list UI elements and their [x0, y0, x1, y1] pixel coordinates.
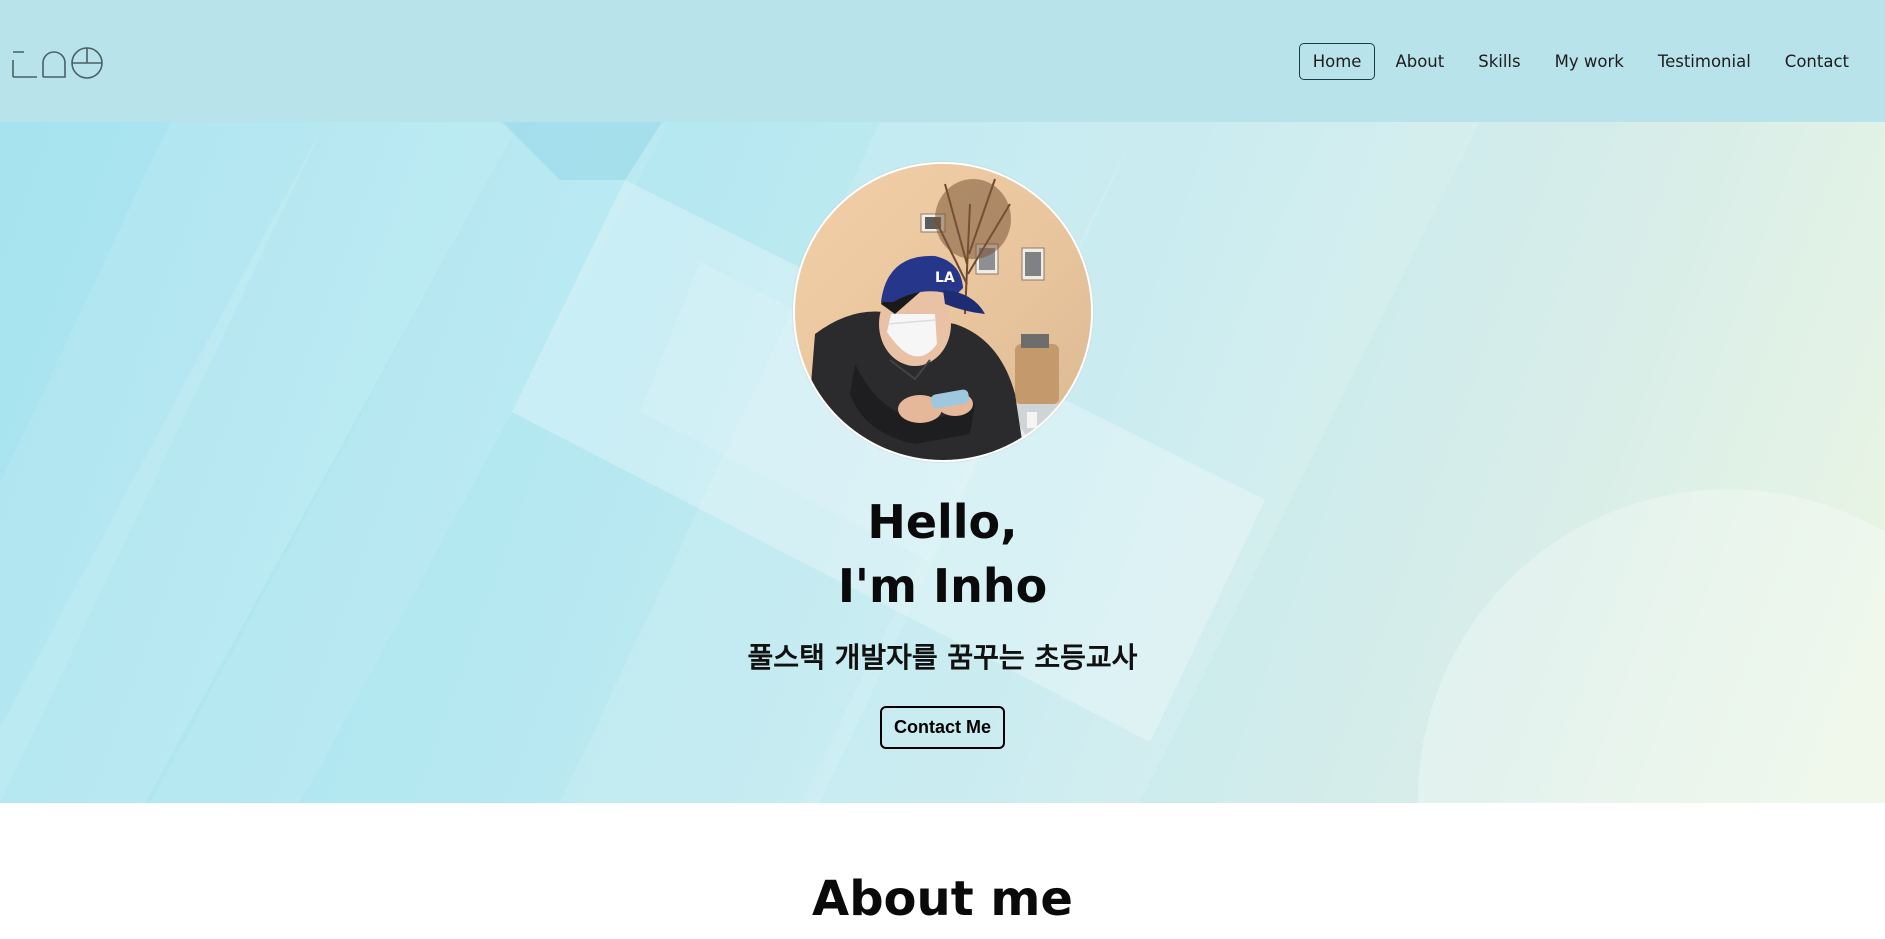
hero-subtitle: 풀스택 개발자를 꿈꾸는 초등교사	[747, 641, 1138, 674]
hero-content: LA Hello, I'm Inho 풀스택 개발자를 꿈꾸는 초등교사 Con…	[0, 122, 1885, 803]
nav-item-contact[interactable]: Contact	[1771, 43, 1863, 80]
hero-title-line1: Hello,	[867, 495, 1018, 549]
nav-item-about[interactable]: About	[1381, 43, 1458, 80]
nav-menu: Home About Skills My work Testimonial Co…	[1293, 42, 1863, 80]
nav-item-home[interactable]: Home	[1298, 42, 1376, 80]
profile-photo: LA	[794, 164, 1091, 460]
hero-section: LA Hello, I'm Inho 풀스택 개발자를 꿈꾸는 초등교사 Con…	[0, 122, 1885, 803]
logo-icon[interactable]	[12, 45, 106, 79]
about-section: About me	[0, 803, 1885, 939]
hero-title-line2: I'm Inho	[837, 559, 1048, 613]
nav-item-testimonial[interactable]: Testimonial	[1644, 43, 1765, 80]
navbar: Home About Skills My work Testimonial Co…	[0, 0, 1885, 122]
nav-item-my-work[interactable]: My work	[1541, 43, 1638, 80]
nav-item-skills[interactable]: Skills	[1464, 43, 1534, 80]
svg-text:LA: LA	[935, 270, 955, 286]
profile-avatar: LA	[792, 162, 1093, 462]
about-title: About me	[812, 871, 1073, 927]
hero-title: Hello, I'm Inho	[838, 490, 1047, 618]
contact-me-button[interactable]: Contact Me	[879, 706, 1005, 749]
